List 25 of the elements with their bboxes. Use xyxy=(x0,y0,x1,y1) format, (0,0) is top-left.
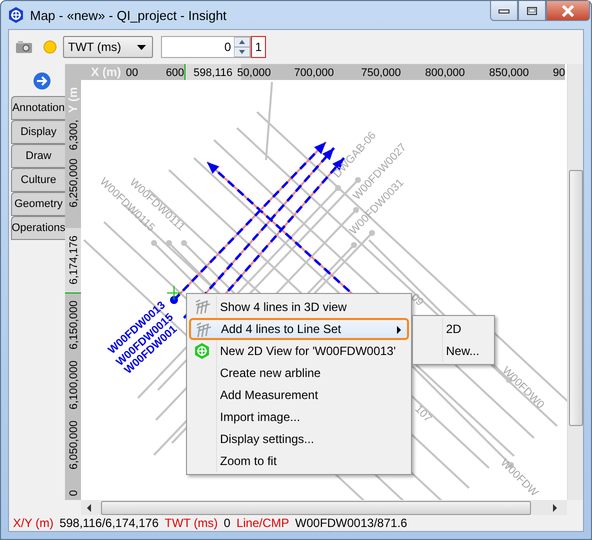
status-label: Line/CMP xyxy=(236,516,290,530)
ruler-label: 800,000 xyxy=(425,67,465,79)
status-value: 598,116/6,174,176 xyxy=(59,516,159,530)
ruler-label: 6,050,000 xyxy=(68,420,80,470)
ruler-label: 6,250,000 xyxy=(68,158,80,208)
ruler-label: 50,000 xyxy=(237,67,271,79)
ruler-label: 750,000 xyxy=(361,67,401,79)
ruler-label: 6,174,176 xyxy=(68,236,80,284)
status-value: W00FDW0013/871.6 xyxy=(295,516,408,530)
window-title: Map - «new» - QI_project - Insight xyxy=(30,8,227,22)
status-label: X/Y (m) xyxy=(13,516,54,530)
ruler-label: 90 xyxy=(552,67,566,79)
ruler-label: 600 xyxy=(166,67,184,79)
line-label: 107 xyxy=(412,403,434,425)
ruler-label: 6,300, xyxy=(68,120,80,150)
ruler-label: 6,150,000 xyxy=(68,300,80,350)
status-label: TWT (ms) xyxy=(164,516,218,530)
ruler-label: 6,100,000 xyxy=(68,360,80,410)
line-label: 09 xyxy=(408,291,426,308)
ruler-label: 598,116 xyxy=(194,67,232,79)
ruler-label: 700,000 xyxy=(294,67,334,79)
ruler-label: 850,000 xyxy=(489,67,529,79)
ruler-label: 0 xyxy=(68,490,80,496)
status-value: 0 xyxy=(224,516,230,530)
ruler-label: 00 xyxy=(126,67,138,79)
